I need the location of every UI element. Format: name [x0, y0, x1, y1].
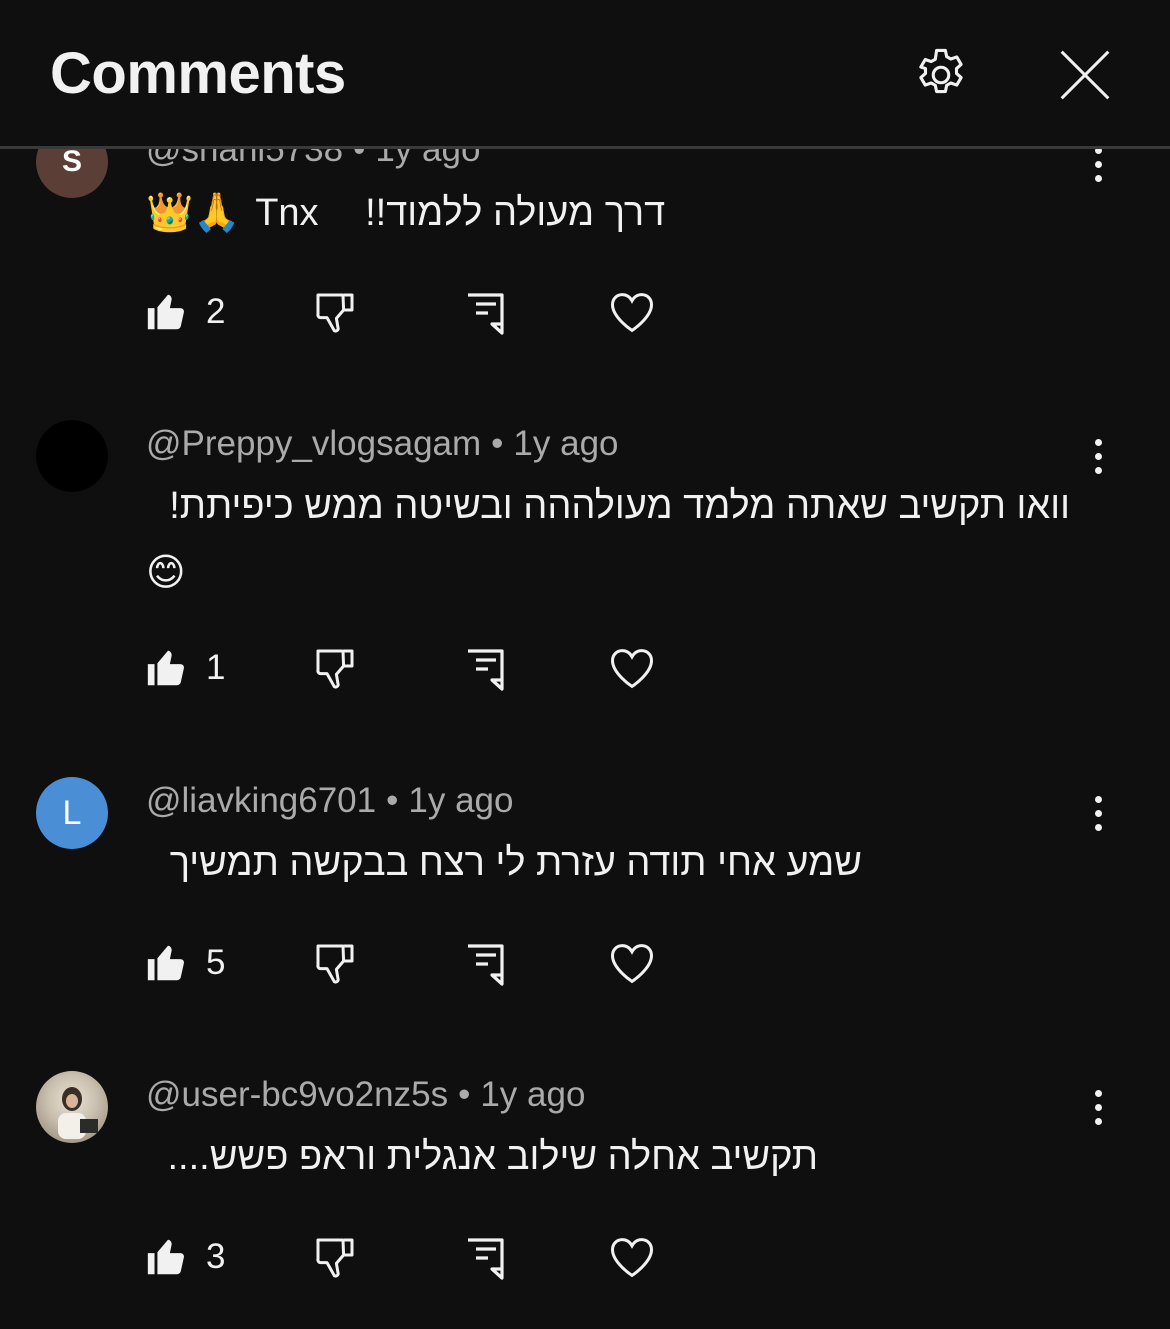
- close-icon: [1060, 50, 1110, 100]
- comment-text-main: וואו תקשיב שאתה מלמד מעולההה ובשיטה ממש …: [169, 485, 1070, 527]
- like-count: 3: [206, 1237, 226, 1276]
- comments-header: Comments: [0, 0, 1170, 149]
- comment-emoji: 😊: [146, 550, 186, 594]
- avatar-letter: L: [62, 793, 82, 832]
- comment-actions: 5: [0, 933, 1170, 993]
- comment-author[interactable]: @user-bc9vo2nz5s: [146, 1075, 448, 1114]
- more-options-button[interactable]: [1078, 1079, 1118, 1135]
- avatar[interactable]: L: [36, 777, 108, 849]
- comment-text-main: דרך מעולה ללמוד!!: [365, 192, 666, 234]
- close-button[interactable]: [1050, 40, 1120, 110]
- comment-meta: @user-bc9vo2nz5s • 1y ago: [146, 1075, 585, 1115]
- comment-time: 1y ago: [480, 1075, 586, 1114]
- meta-separator: •: [386, 781, 399, 820]
- dislike-button[interactable]: [312, 933, 360, 993]
- thumbs-down-icon: [316, 649, 354, 689]
- comment-actions: 1: [0, 638, 1170, 698]
- reply-icon: [468, 944, 504, 986]
- like-count: 1: [206, 648, 226, 687]
- reply-button[interactable]: [462, 638, 510, 698]
- thumbs-down-icon: [316, 293, 354, 333]
- avatar-letter: S: [61, 145, 82, 178]
- heart-button[interactable]: [606, 933, 658, 993]
- thumbs-down-icon: [316, 944, 354, 984]
- reply-icon: [468, 1238, 504, 1280]
- heart-icon: [610, 944, 654, 984]
- like-count: 2: [206, 292, 226, 331]
- reply-icon: [468, 293, 504, 335]
- comment-time: 1y ago: [513, 424, 619, 463]
- thumbs-up-icon: [147, 294, 184, 330]
- thumbs-down-icon: [316, 1238, 354, 1278]
- comment-time: 1y ago: [408, 781, 514, 820]
- profile-photo: [58, 1087, 98, 1139]
- comment-text: תקשיב אחלה שילוב אנגלית וראפ פשש....: [146, 1125, 819, 1189]
- more-options-button[interactable]: [1078, 428, 1118, 484]
- comment-actions: 2: [0, 282, 1170, 342]
- meta-separator: •: [491, 424, 504, 463]
- comment-author[interactable]: @liavking6701: [146, 781, 376, 820]
- comment-text: וואו תקשיב שאתה מלמד מעולההה ובשיטה ממש …: [146, 474, 1070, 538]
- heart-button[interactable]: [606, 1227, 658, 1287]
- page-title: Comments: [50, 41, 346, 106]
- thumbs-up-icon: [147, 650, 184, 686]
- meta-separator: •: [458, 1075, 471, 1114]
- comment-text-suffix: Tnx: [255, 192, 319, 234]
- dislike-button[interactable]: [312, 1227, 360, 1287]
- thumbs-up-icon: [147, 1239, 184, 1275]
- heart-icon: [610, 1238, 654, 1278]
- comment-text: שמע אחי תודה עזרת לי רצח בבקשה תמשיך: [146, 831, 862, 895]
- comment-meta: @liavking6701 • 1y ago: [146, 781, 513, 821]
- reply-button[interactable]: [462, 933, 510, 993]
- reply-button[interactable]: [462, 1227, 510, 1287]
- comment-meta: @Preppy_vlogsagam • 1y ago: [146, 424, 619, 464]
- gear-icon: [919, 48, 963, 94]
- comment-author[interactable]: @Preppy_vlogsagam: [146, 424, 481, 463]
- like-count: 5: [206, 943, 226, 982]
- heart-icon: [610, 649, 654, 689]
- comment-emoji-line: 😊: [146, 540, 186, 605]
- like-button[interactable]: 1: [144, 638, 225, 698]
- like-button[interactable]: 3: [144, 1227, 225, 1287]
- comment-actions: 3: [0, 1227, 1170, 1287]
- heart-button[interactable]: [606, 638, 658, 698]
- settings-button[interactable]: [906, 40, 976, 110]
- heart-icon: [610, 293, 654, 333]
- reply-button[interactable]: [462, 282, 510, 342]
- comment-text-main: תקשיב אחלה שילוב אנגלית וראפ פשש....: [167, 1136, 819, 1178]
- like-button[interactable]: 5: [144, 933, 225, 993]
- like-button[interactable]: 2: [144, 282, 225, 342]
- comment-emoji: 👑🙏: [146, 190, 241, 234]
- avatar[interactable]: [36, 420, 108, 492]
- reply-icon: [468, 649, 504, 691]
- thumbs-up-icon: [147, 945, 184, 981]
- avatar[interactable]: [36, 1071, 108, 1143]
- dislike-button[interactable]: [312, 282, 360, 342]
- more-options-button[interactable]: [1078, 785, 1118, 841]
- dislike-button[interactable]: [312, 638, 360, 698]
- comment-text-main: שמע אחי תודה עזרת לי רצח בבקשה תמשיך: [169, 842, 862, 884]
- comments-list: S @shani5738 • 1y ago 👑🙏 Tnx דרך מעולה ללמ…: [0, 0, 1170, 1329]
- comment-text: 👑🙏 Tnx דרך מעולה ללמוד!!: [146, 180, 665, 245]
- heart-button[interactable]: [606, 282, 658, 342]
